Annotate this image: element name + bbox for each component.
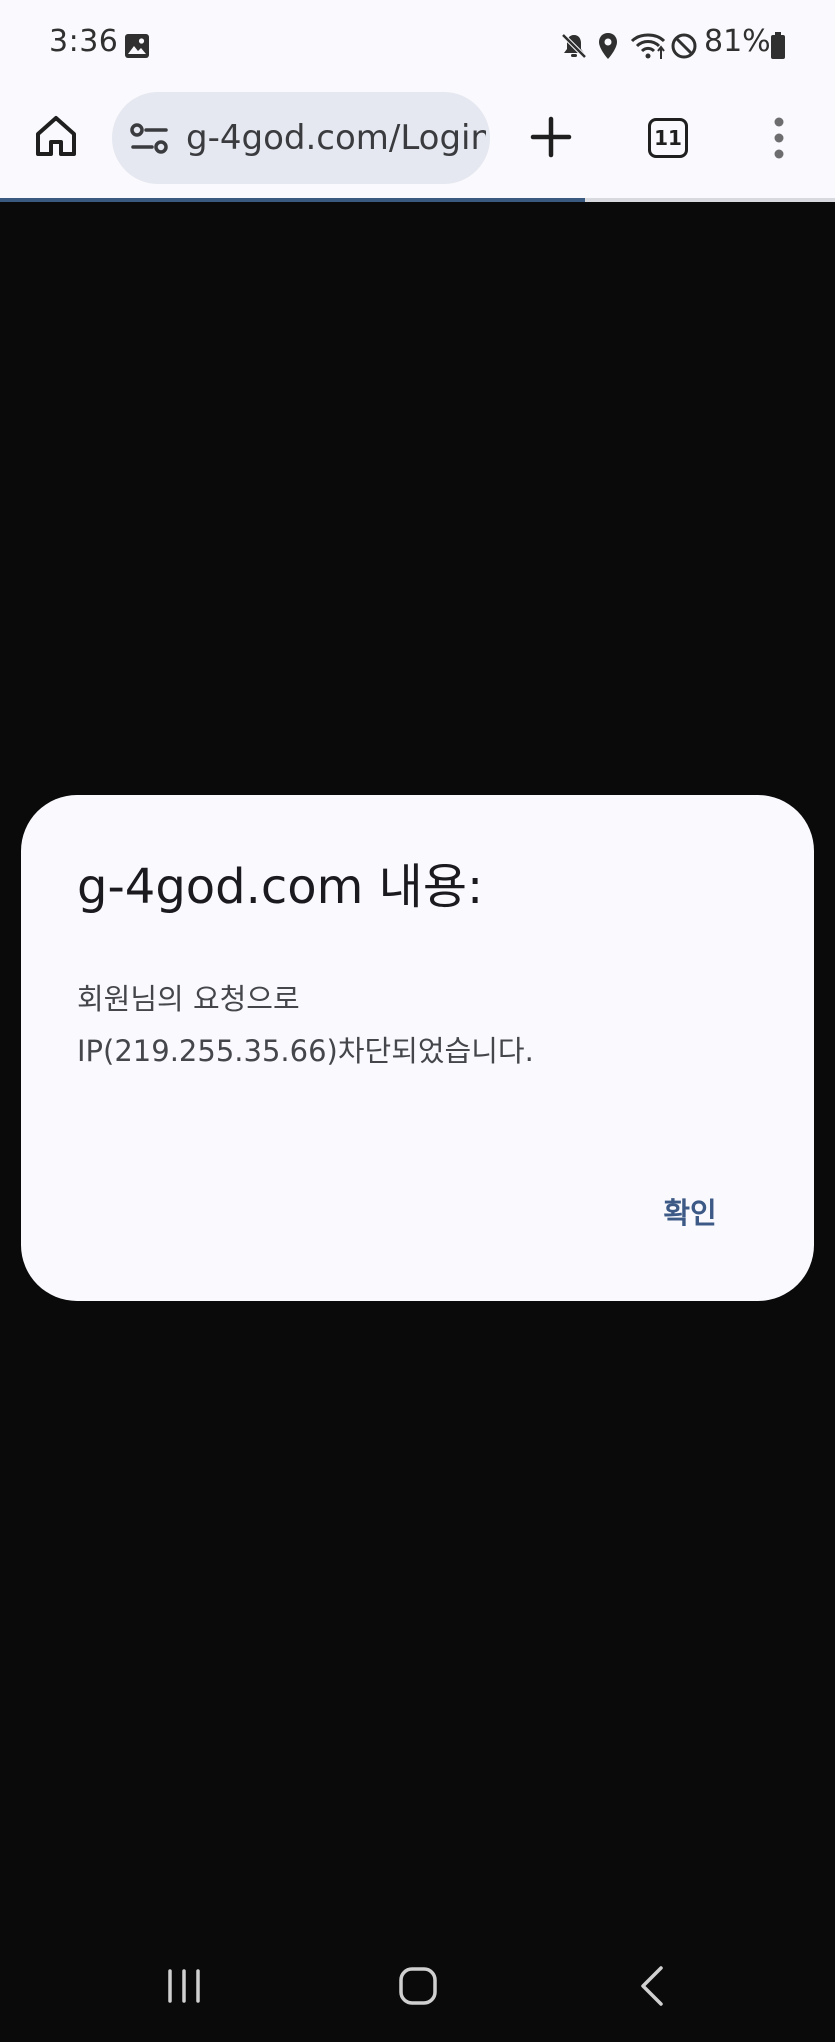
more-vert-icon[interactable] [771,116,787,160]
url-text[interactable]: g-4god.com/Login [186,118,486,158]
home-nav-icon[interactable] [398,1966,438,2006]
status-time: 3:36 [49,24,119,59]
new-tab-icon[interactable] [530,116,572,158]
page-load-progress-fill [0,198,585,202]
dialog-message-line-1: 회원님의 요청으로 [77,982,300,1016]
recents-icon[interactable] [166,1968,202,2004]
site-settings-icon[interactable] [130,122,170,156]
browser-toolbar: g-4god.com/Login 11 [0,90,835,200]
location-icon [599,33,617,59]
mute-icon [561,33,587,59]
confirm-button[interactable]: 확인 [625,1183,755,1243]
tab-switcher-button[interactable]: 11 [648,118,688,158]
battery-icon [771,32,785,59]
wifi-icon [630,33,666,59]
home-icon[interactable] [34,114,78,158]
alert-dialog: g-4god.com 내용: 회원님의 요청으로 IP(219.255.35.6… [21,795,814,1301]
dialog-message-line-2: IP(219.255.35.66)차단되었습니다. [77,1034,534,1068]
dialog-message: 회원님의 요청으로 IP(219.255.35.66)차단되었습니다. [77,973,757,1077]
page-load-progress [0,198,835,202]
do-not-disturb-icon [671,33,697,59]
address-bar[interactable]: g-4god.com/Login [112,92,490,184]
battery-percentage: 81% [704,24,771,59]
screen: 3:36 81% g-4god.com/Login 11 g-4god.com … [0,0,835,2042]
gallery-icon [125,34,149,58]
dialog-title: g-4god.com 내용: [77,859,484,915]
status-bar: 3:36 81% [0,0,835,90]
back-icon[interactable] [638,1964,666,2008]
